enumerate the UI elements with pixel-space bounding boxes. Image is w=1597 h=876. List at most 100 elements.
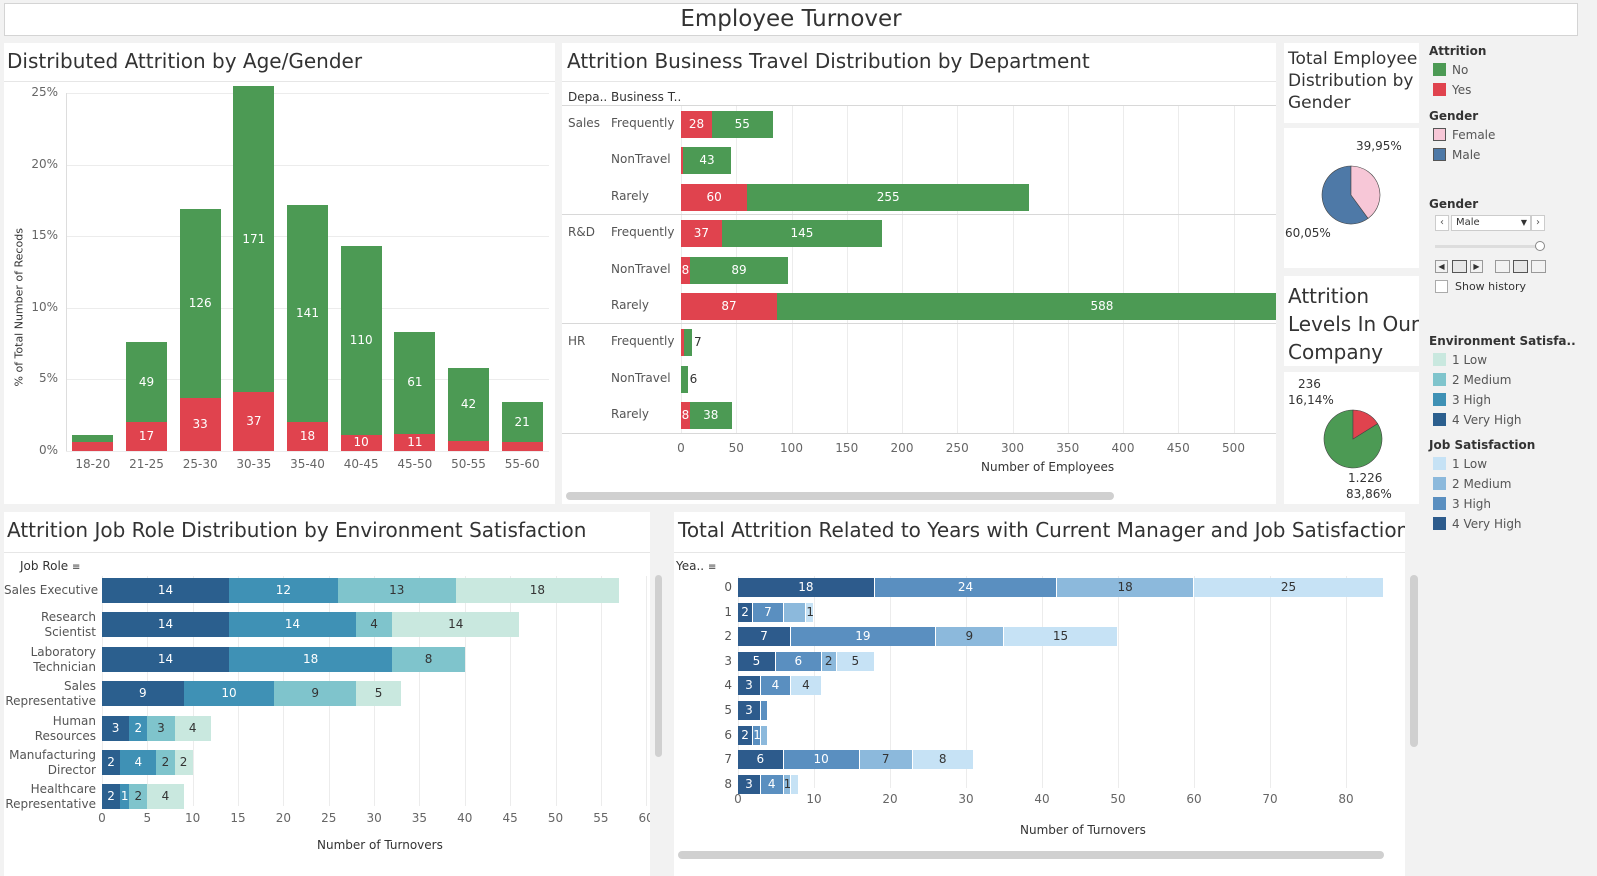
- bar-segment[interactable]: 18: [455, 578, 619, 603]
- horizontal-scrollbar[interactable]: [566, 492, 1114, 500]
- bar-yes[interactable]: [501, 442, 543, 451]
- horizontal-scrollbar[interactable]: [678, 851, 1384, 859]
- bar-segment[interactable]: 4: [147, 784, 184, 810]
- env-legend-item[interactable]: 3 High: [1433, 393, 1491, 407]
- bar-segment[interactable]: [760, 725, 769, 745]
- bar-segment[interactable]: 14: [228, 612, 356, 638]
- bar-segment[interactable]: 3: [147, 715, 175, 741]
- bar-segment[interactable]: 2: [738, 602, 754, 622]
- bar-no[interactable]: 43: [683, 147, 731, 175]
- bar-segment[interactable]: 14: [102, 646, 229, 672]
- bar-no[interactable]: 171: [233, 85, 275, 393]
- bar-segment[interactable]: [791, 774, 799, 794]
- bar-yes[interactable]: 37: [681, 220, 722, 248]
- bar-segment[interactable]: 19: [791, 627, 936, 647]
- attrition-legend-item[interactable]: No: [1433, 63, 1468, 77]
- filter-slider-handle[interactable]: [1535, 241, 1545, 251]
- bar-segment[interactable]: 4: [120, 750, 157, 775]
- bar-no[interactable]: 21: [501, 402, 543, 443]
- job-legend-item[interactable]: 2 Medium: [1433, 477, 1511, 491]
- bar-yes[interactable]: 37: [233, 392, 275, 451]
- bar-segment[interactable]: 4: [174, 715, 211, 741]
- bar-segment[interactable]: 8: [392, 646, 465, 672]
- bar-yes[interactable]: 8: [681, 256, 690, 284]
- bar-segment[interactable]: 5: [836, 651, 875, 671]
- bar-no[interactable]: [72, 435, 114, 443]
- speed-slow-icon[interactable]: [1495, 260, 1510, 273]
- bar-segment[interactable]: 24: [874, 578, 1058, 597]
- gender-pie-chart[interactable]: [1284, 128, 1419, 268]
- bar-no[interactable]: 588: [777, 293, 1276, 320]
- bar-segment[interactable]: 3: [738, 701, 761, 720]
- gender-legend-item[interactable]: Male: [1433, 148, 1480, 162]
- bar-segment[interactable]: 2: [102, 750, 121, 775]
- bar-yes[interactable]: 8: [681, 402, 690, 430]
- bar-segment[interactable]: 15: [1004, 627, 1118, 647]
- job-legend-item[interactable]: 1 Low: [1433, 457, 1487, 471]
- bar-yes[interactable]: 17: [126, 422, 167, 451]
- bar-segment[interactable]: 6: [738, 750, 784, 770]
- bar-segment[interactable]: 3: [102, 715, 130, 741]
- prev-arrow-icon[interactable]: ‹: [1435, 215, 1449, 231]
- bar-segment[interactable]: 7: [738, 627, 792, 647]
- bar-segment[interactable]: 5: [355, 681, 402, 707]
- bar-yes[interactable]: 60: [681, 183, 748, 211]
- bar-segment[interactable]: 2: [129, 784, 148, 810]
- bar-segment[interactable]: 1: [120, 784, 130, 810]
- show-history-checkbox[interactable]: [1435, 280, 1448, 293]
- bar-segment[interactable]: 6: [776, 651, 822, 671]
- bar-yes[interactable]: [72, 442, 114, 451]
- bar-no[interactable]: 89: [689, 256, 789, 284]
- speed-medium-icon[interactable]: [1513, 260, 1528, 273]
- bar-segment[interactable]: [783, 602, 807, 622]
- bar-no[interactable]: 38: [689, 402, 732, 430]
- gender-filter-dropdown[interactable]: Male ▼: [1451, 215, 1531, 231]
- bar-segment[interactable]: 5: [738, 651, 776, 671]
- bar-segment[interactable]: 4: [760, 774, 784, 794]
- bar-yes[interactable]: 11: [394, 433, 436, 451]
- bar-segment[interactable]: 10: [183, 681, 275, 707]
- bar-segment[interactable]: 2: [129, 715, 148, 741]
- bar-no[interactable]: 126: [179, 208, 221, 398]
- bar-yes[interactable]: 10: [340, 435, 382, 451]
- bar-segment[interactable]: 1: [806, 602, 814, 622]
- bar-segment[interactable]: 10: [783, 750, 860, 770]
- bar-no[interactable]: [681, 365, 688, 393]
- bar-segment[interactable]: 18: [228, 646, 393, 672]
- job-legend-item[interactable]: 3 High: [1433, 497, 1491, 511]
- step-back-icon[interactable]: ◀: [1435, 260, 1448, 273]
- bar-yes[interactable]: 28: [681, 111, 712, 138]
- bar-segment[interactable]: 4: [355, 612, 393, 638]
- bar-segment[interactable]: 1: [783, 774, 792, 794]
- bar-segment[interactable]: 7: [859, 750, 913, 770]
- bar-yes[interactable]: 33: [179, 398, 221, 451]
- bar-no[interactable]: 55: [711, 111, 773, 138]
- bar-segment[interactable]: 2: [102, 784, 121, 810]
- vertical-scrollbar[interactable]: [1410, 575, 1418, 747]
- bar-yes[interactable]: 87: [681, 293, 778, 320]
- env-legend-item[interactable]: 2 Medium: [1433, 373, 1511, 387]
- bar-segment[interactable]: 4: [791, 676, 822, 696]
- env-legend-item[interactable]: 1 Low: [1433, 353, 1487, 367]
- bar-no[interactable]: 42: [448, 367, 489, 441]
- bar-segment[interactable]: 9: [935, 627, 1004, 647]
- bar-segment[interactable]: 13: [337, 578, 456, 603]
- attrition-pie-chart[interactable]: [1284, 372, 1419, 504]
- bar-segment[interactable]: 18: [1057, 578, 1194, 597]
- bar-segment[interactable]: [760, 701, 769, 720]
- bar-no[interactable]: 145: [721, 220, 883, 248]
- bar-segment[interactable]: 14: [392, 612, 520, 638]
- bar-segment[interactable]: 14: [102, 578, 229, 603]
- vertical-scrollbar[interactable]: [655, 575, 662, 757]
- bar-segment[interactable]: 8: [912, 750, 974, 770]
- bar-segment[interactable]: 4: [760, 676, 792, 696]
- bar-no[interactable]: 61: [394, 332, 436, 434]
- bar-segment[interactable]: 2: [174, 750, 193, 775]
- bar-no[interactable]: 49: [126, 342, 167, 423]
- bar-yes[interactable]: 18: [287, 422, 328, 451]
- bar-segment[interactable]: 2: [156, 750, 175, 775]
- bar-segment[interactable]: 18: [738, 578, 875, 597]
- bar-segment[interactable]: 1: [753, 725, 761, 745]
- bar-yes[interactable]: [448, 440, 489, 451]
- next-arrow-icon[interactable]: ›: [1531, 215, 1545, 231]
